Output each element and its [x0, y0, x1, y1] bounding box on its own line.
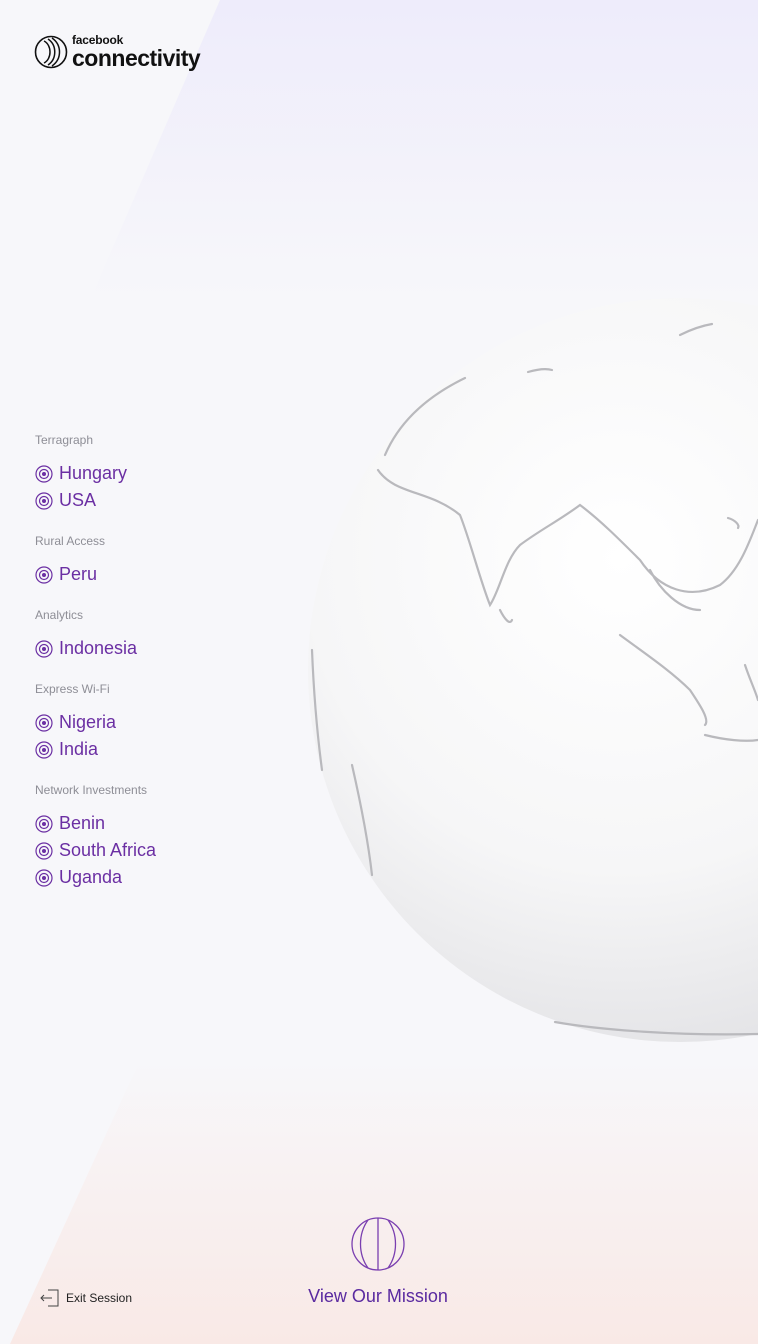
target-radio-icon — [35, 713, 53, 732]
target-radio-icon — [35, 464, 53, 483]
section-network-investments: Network Investments Benin South Africa U… — [35, 783, 295, 891]
location-item-usa[interactable]: USA — [35, 487, 295, 514]
location-item-indonesia[interactable]: Indonesia — [35, 635, 295, 662]
target-radio-icon — [35, 740, 53, 759]
location-label: Hungary — [59, 463, 128, 483]
location-item-hungary[interactable]: Hungary — [35, 460, 295, 487]
section-title: Terragraph — [35, 433, 94, 447]
exit-door-icon — [40, 1289, 59, 1307]
location-item-uganda[interactable]: Uganda — [35, 864, 295, 891]
globe-illustration — [308, 298, 758, 1042]
connectivity-logo-icon — [34, 35, 68, 69]
location-label: India — [59, 739, 99, 759]
exit-session-label: Exit Session — [66, 1291, 133, 1305]
globe[interactable] — [305, 298, 758, 1044]
location-label: Uganda — [59, 867, 123, 887]
location-item-south-africa[interactable]: South Africa — [35, 837, 295, 864]
target-radio-icon — [35, 491, 53, 510]
header-logo: facebook connectivity — [34, 34, 201, 71]
view-mission-label: View Our Mission — [308, 1286, 448, 1306]
location-label: Nigeria — [59, 712, 117, 732]
target-radio-icon — [35, 565, 53, 584]
section-analytics: Analytics Indonesia — [35, 608, 295, 662]
section-express-wifi: Express Wi-Fi Nigeria India — [35, 682, 295, 763]
section-title: Network Investments — [35, 783, 148, 797]
target-radio-icon — [35, 639, 53, 658]
target-radio-icon — [35, 841, 53, 860]
location-label: Indonesia — [59, 638, 138, 658]
target-radio-icon — [35, 868, 53, 887]
section-terragraph: Terragraph Hungary USA — [35, 433, 295, 514]
view-mission-button[interactable]: View Our Mission — [300, 1216, 456, 1307]
location-label: Benin — [59, 813, 106, 833]
location-item-peru[interactable]: Peru — [35, 561, 295, 588]
location-label: South Africa — [59, 840, 157, 860]
section-title: Analytics — [35, 608, 84, 622]
target-radio-icon — [35, 814, 53, 833]
exit-session-button[interactable]: Exit Session — [40, 1288, 132, 1308]
basketball-globe-icon — [351, 1217, 405, 1271]
section-title: Express Wi-Fi — [35, 682, 110, 696]
location-item-india[interactable]: India — [35, 736, 295, 763]
section-title: Rural Access — [35, 534, 106, 548]
location-item-benin[interactable]: Benin — [35, 810, 295, 837]
location-item-nigeria[interactable]: Nigeria — [35, 709, 295, 736]
location-label: USA — [59, 490, 97, 510]
program-sections: Terragraph Hungary USA Rural Access Peru… — [35, 433, 295, 911]
section-rural-access: Rural Access Peru — [35, 534, 295, 588]
product-name: connectivity — [72, 45, 201, 71]
location-label: Peru — [59, 564, 98, 584]
